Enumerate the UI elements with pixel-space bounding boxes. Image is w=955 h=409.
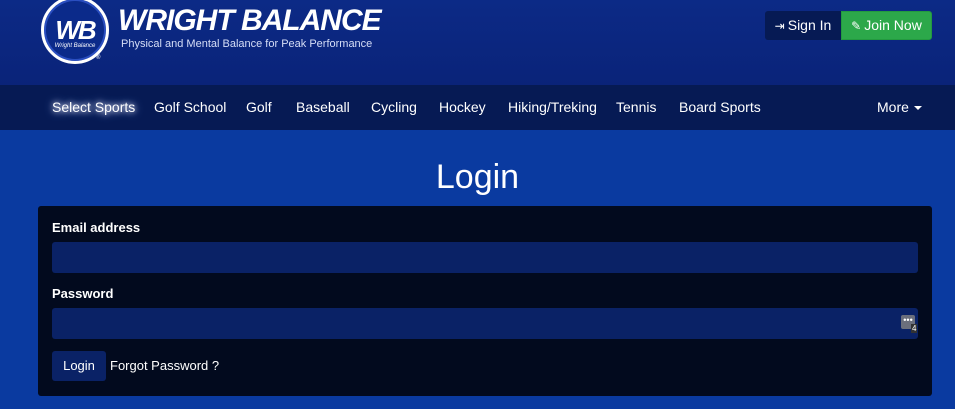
caret-down-icon (913, 106, 922, 111)
sign-in-icon: ⇥ (774, 19, 785, 33)
email-input[interactable] (52, 242, 918, 273)
logo-monogram: WB (55, 15, 96, 45)
brand-tagline: Physical and Mental Balance for Peak Per… (121, 38, 373, 50)
brand-title[interactable]: WRIGHT BALANCE (118, 4, 382, 38)
forgot-password-link[interactable]: Forgot Password ? (110, 358, 219, 373)
site-header: WB Wright Balance ® WRIGHT BALANCE Physi… (0, 0, 955, 85)
password-label: Password (52, 286, 114, 301)
sign-in-label: Sign In (787, 17, 832, 33)
nav-hockey[interactable]: Hockey (439, 85, 486, 130)
main-navigation: Select Sports Golf School Golf Baseball … (0, 85, 955, 130)
nav-golf[interactable]: Golf (246, 85, 272, 130)
join-now-label: Join Now (864, 17, 922, 33)
nav-select-sports[interactable]: Select Sports (52, 85, 135, 130)
password-manager-count: 4 (911, 324, 918, 333)
login-button[interactable]: Login (52, 351, 106, 381)
page-title: Login (435, 158, 520, 196)
nav-board-sports[interactable]: Board Sports (679, 85, 761, 130)
edit-icon: ✎ (851, 19, 862, 33)
logo-small-text: Wright Balance (54, 43, 96, 49)
nav-baseball[interactable]: Baseball (296, 85, 350, 130)
login-form: Email address Password ••• 4 Login Forgo… (38, 206, 932, 396)
nav-more-dropdown[interactable]: More (877, 85, 922, 130)
nav-more-label: More (877, 99, 909, 115)
nav-golf-school[interactable]: Golf School (154, 85, 226, 130)
join-now-button[interactable]: ✎ Join Now (841, 11, 932, 40)
nav-hiking-treking[interactable]: Hiking/Treking (508, 85, 597, 130)
sign-in-button[interactable]: ⇥ Sign In (765, 11, 841, 40)
nav-cycling[interactable]: Cycling (371, 85, 417, 130)
password-input[interactable] (52, 308, 918, 339)
email-label: Email address (52, 220, 141, 235)
registered-mark: ® (96, 55, 101, 61)
nav-tennis[interactable]: Tennis (616, 85, 656, 130)
